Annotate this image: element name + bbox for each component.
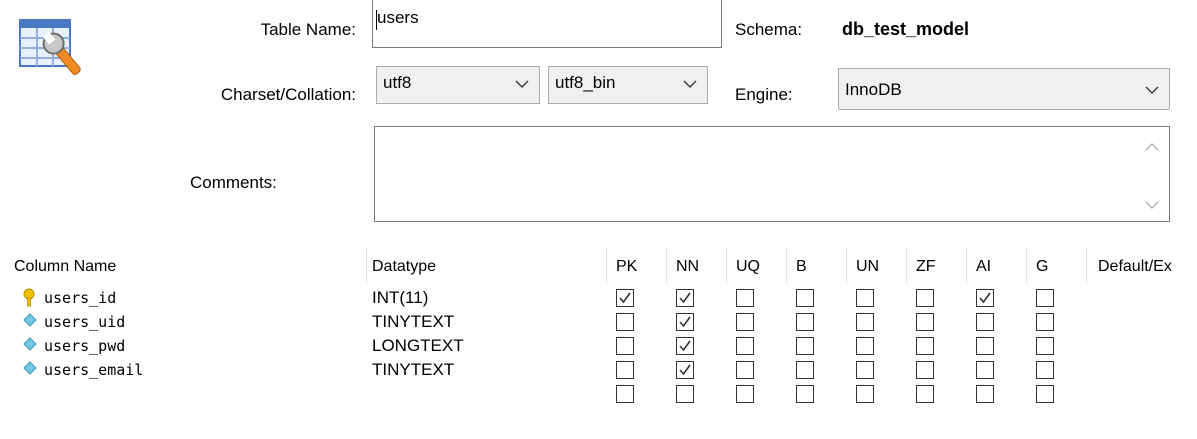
header-datatype[interactable]: Datatype bbox=[372, 258, 436, 276]
g-checkbox[interactable] bbox=[1036, 385, 1054, 403]
ai-checkbox[interactable] bbox=[976, 361, 994, 379]
zf-checkbox[interactable] bbox=[916, 337, 934, 355]
nn-checkbox[interactable] bbox=[676, 289, 694, 307]
scroll-down-icon[interactable] bbox=[1145, 201, 1159, 209]
header-column-name[interactable]: Column Name bbox=[14, 258, 116, 276]
datatype-cell[interactable]: INT(11) bbox=[372, 288, 428, 308]
engine-label: Engine: bbox=[735, 85, 793, 104]
column-diamond-icon bbox=[22, 312, 38, 333]
schema-label: Schema: bbox=[735, 20, 803, 39]
column-diamond-icon bbox=[22, 360, 38, 381]
columns-grid-header bbox=[0, 243, 1197, 285]
charset-select[interactable]: utf8 bbox=[376, 66, 540, 104]
un-checkbox[interactable] bbox=[856, 361, 874, 379]
column-name-cell[interactable]: users_email bbox=[44, 361, 143, 379]
b-checkbox[interactable] bbox=[796, 313, 814, 331]
zf-checkbox[interactable] bbox=[916, 313, 934, 331]
table-name-input[interactable]: users bbox=[372, 0, 722, 48]
ai-checkbox[interactable] bbox=[976, 289, 994, 307]
nn-checkbox[interactable] bbox=[676, 361, 694, 379]
b-checkbox[interactable] bbox=[796, 337, 814, 355]
table-name-label: Table Name: bbox=[260, 20, 356, 39]
datatype-cell[interactable]: TINYTEXT bbox=[372, 360, 454, 380]
datatype-cell[interactable]: TINYTEXT bbox=[372, 312, 454, 332]
column-name-cell[interactable]: users_uid bbox=[44, 313, 125, 331]
comments-textarea[interactable] bbox=[374, 126, 1170, 222]
column-diamond-icon bbox=[22, 336, 38, 357]
header-separator[interactable] bbox=[846, 248, 847, 284]
header-pk[interactable]: PK bbox=[616, 258, 637, 276]
b-checkbox[interactable] bbox=[796, 289, 814, 307]
scroll-up-icon[interactable] bbox=[1145, 143, 1159, 151]
header-ai[interactable]: AI bbox=[976, 258, 991, 276]
column-name-cell[interactable]: users_id bbox=[44, 289, 116, 307]
collation-select[interactable]: utf8_bin bbox=[548, 66, 708, 104]
table-name-value: users bbox=[377, 8, 419, 27]
b-checkbox[interactable] bbox=[796, 385, 814, 403]
engine-value: InnoDB bbox=[845, 80, 902, 99]
header-nn[interactable]: NN bbox=[676, 258, 699, 276]
datatype-cell[interactable]: LONGTEXT bbox=[372, 336, 464, 356]
chevron-down-icon bbox=[1145, 86, 1159, 94]
pk-checkbox[interactable] bbox=[616, 289, 634, 307]
ai-checkbox[interactable] bbox=[976, 337, 994, 355]
b-checkbox[interactable] bbox=[796, 361, 814, 379]
ai-checkbox[interactable] bbox=[976, 385, 994, 403]
header-separator[interactable] bbox=[366, 248, 367, 284]
schema-value: db_test_model bbox=[842, 19, 970, 39]
header-zf[interactable]: ZF bbox=[916, 258, 936, 276]
collation-value: utf8_bin bbox=[555, 73, 616, 92]
table-editor-icon bbox=[18, 14, 88, 80]
header-separator[interactable] bbox=[786, 248, 787, 284]
un-checkbox[interactable] bbox=[856, 337, 874, 355]
header-separator[interactable] bbox=[726, 248, 727, 284]
g-checkbox[interactable] bbox=[1036, 313, 1054, 331]
nn-checkbox[interactable] bbox=[676, 313, 694, 331]
nn-checkbox[interactable] bbox=[676, 385, 694, 403]
header-separator[interactable] bbox=[666, 248, 667, 284]
un-checkbox[interactable] bbox=[856, 289, 874, 307]
zf-checkbox[interactable] bbox=[916, 289, 934, 307]
header-separator[interactable] bbox=[966, 248, 967, 284]
uq-checkbox[interactable] bbox=[736, 289, 754, 307]
g-checkbox[interactable] bbox=[1036, 289, 1054, 307]
pk-checkbox[interactable] bbox=[616, 313, 634, 331]
ai-checkbox[interactable] bbox=[976, 313, 994, 331]
uq-checkbox[interactable] bbox=[736, 337, 754, 355]
engine-select[interactable]: InnoDB bbox=[838, 68, 1170, 110]
charset-collation-label: Charset/Collation: bbox=[220, 85, 356, 104]
pk-checkbox[interactable] bbox=[616, 337, 634, 355]
g-checkbox[interactable] bbox=[1036, 337, 1054, 355]
primary-key-icon bbox=[22, 288, 36, 313]
zf-checkbox[interactable] bbox=[916, 385, 934, 403]
nn-checkbox[interactable] bbox=[676, 337, 694, 355]
pk-checkbox[interactable] bbox=[616, 361, 634, 379]
pk-checkbox[interactable] bbox=[616, 385, 634, 403]
header-separator[interactable] bbox=[1086, 248, 1087, 284]
g-checkbox[interactable] bbox=[1036, 361, 1054, 379]
header-uq[interactable]: UQ bbox=[736, 258, 760, 276]
uq-checkbox[interactable] bbox=[736, 361, 754, 379]
charset-value: utf8 bbox=[383, 73, 412, 92]
zf-checkbox[interactable] bbox=[916, 361, 934, 379]
chevron-down-icon bbox=[515, 80, 529, 88]
header-default-expression[interactable]: Default/Ex bbox=[1098, 258, 1172, 276]
comments-label: Comments: bbox=[190, 173, 277, 192]
header-separator[interactable] bbox=[906, 248, 907, 284]
header-un[interactable]: UN bbox=[856, 258, 879, 276]
un-checkbox[interactable] bbox=[856, 313, 874, 331]
column-name-cell[interactable]: users_pwd bbox=[44, 337, 125, 355]
uq-checkbox[interactable] bbox=[736, 385, 754, 403]
header-g[interactable]: G bbox=[1036, 258, 1048, 276]
header-separator[interactable] bbox=[1026, 248, 1027, 284]
un-checkbox[interactable] bbox=[856, 385, 874, 403]
uq-checkbox[interactable] bbox=[736, 313, 754, 331]
header-separator[interactable] bbox=[606, 248, 607, 284]
header-b[interactable]: B bbox=[796, 258, 807, 276]
chevron-down-icon bbox=[683, 80, 697, 88]
